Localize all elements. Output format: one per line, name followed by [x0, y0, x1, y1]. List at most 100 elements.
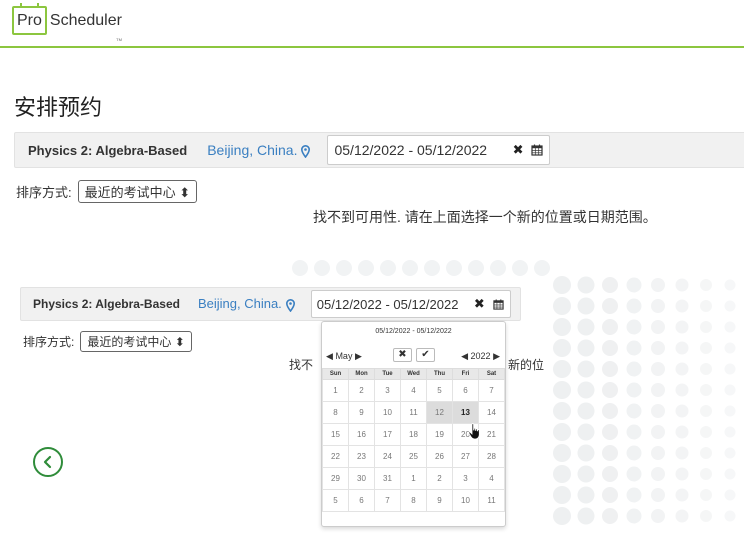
prev-year-icon[interactable]: ◀: [461, 351, 468, 361]
close-icon: ✖: [398, 349, 407, 360]
decorative-dot: [724, 384, 736, 396]
calendar-day[interactable]: 22: [322, 445, 349, 468]
calendar-day[interactable]: 6: [452, 379, 479, 402]
calendar-icon[interactable]: [531, 144, 544, 156]
calendar-day[interactable]: 13: [452, 401, 479, 424]
calendar-day[interactable]: 4: [400, 379, 427, 402]
calendar-day[interactable]: 29: [322, 467, 349, 490]
calendar-day[interactable]: 15: [322, 423, 349, 446]
month-selector[interactable]: ◀ May ▶: [326, 351, 362, 362]
calendar-day[interactable]: 1: [400, 467, 427, 490]
decorative-dot: [651, 320, 665, 334]
calendar-day[interactable]: 5: [426, 379, 453, 402]
decorative-dot: [700, 342, 712, 354]
calendar-day[interactable]: 10: [452, 489, 479, 512]
decorative-dot: [724, 489, 736, 501]
year-selector[interactable]: ◀ 2022 ▶: [461, 351, 500, 362]
location-link[interactable]: Beijing, China.: [198, 296, 295, 312]
clear-x-icon[interactable]: ✖: [513, 142, 524, 158]
weekday-label: Tue: [374, 368, 401, 380]
calendar-day[interactable]: 8: [322, 401, 349, 424]
calendar-day[interactable]: 7: [478, 379, 505, 402]
calendar-day[interactable]: 5: [322, 489, 349, 512]
calendar-day[interactable]: 2: [426, 467, 453, 490]
calendar-day[interactable]: 31: [374, 467, 401, 490]
decorative-dot: [700, 447, 712, 459]
calendar-day[interactable]: 21: [478, 423, 505, 446]
calendar-day[interactable]: 14: [478, 401, 505, 424]
calendar-day[interactable]: 16: [348, 423, 375, 446]
decorative-dot: [577, 276, 595, 294]
decorative-dot: [651, 425, 665, 439]
map-pin-icon: [301, 144, 311, 158]
decorative-dot: [626, 445, 642, 461]
decorative-dot: [700, 510, 712, 522]
course-name: Physics 2: Algebra-Based: [33, 297, 180, 311]
calendar-day[interactable]: 26: [426, 445, 453, 468]
calendar-day[interactable]: 8: [400, 489, 427, 512]
location-link[interactable]: Beijing, China.: [207, 142, 311, 158]
check-icon: ✔: [421, 349, 430, 360]
calendar-day[interactable]: 10: [374, 401, 401, 424]
calendar-day[interactable]: 23: [348, 445, 375, 468]
decorative-dot: [724, 510, 736, 522]
calendar-day[interactable]: 19: [426, 423, 453, 446]
app-header: Pro Scheduler TM: [0, 0, 744, 48]
back-button[interactable]: [33, 447, 63, 477]
date-range-value: 05/12/2022 - 05/12/2022: [334, 142, 488, 158]
calendar-day[interactable]: 24: [374, 445, 401, 468]
calendar-day[interactable]: 30: [348, 467, 375, 490]
calendar-day[interactable]: 3: [452, 467, 479, 490]
decorative-dot: [602, 319, 618, 335]
date-range-input[interactable]: 05/12/2022 - 05/12/2022 ✖: [327, 135, 551, 165]
sort-select[interactable]: 最近的考试中心 ⬍: [80, 331, 192, 352]
calendar-icon[interactable]: [493, 298, 504, 310]
calendar-day[interactable]: 17: [374, 423, 401, 446]
decorative-dot: [490, 260, 506, 276]
prev-month-icon[interactable]: ◀: [326, 351, 333, 361]
cancel-button[interactable]: ✖: [393, 348, 412, 362]
calendar-day[interactable]: 9: [426, 489, 453, 512]
calendar-day[interactable]: 25: [400, 445, 427, 468]
pro-scheduler-logo[interactable]: Pro Scheduler TM: [12, 3, 122, 42]
calendar-day[interactable]: 2: [348, 379, 375, 402]
sort-select[interactable]: 最近的考试中心 ⬍: [77, 180, 198, 203]
decorative-dot: [314, 260, 330, 276]
next-month-icon[interactable]: ▶: [355, 351, 362, 361]
decorative-dot: [358, 260, 374, 276]
calendar-day[interactable]: 9: [348, 401, 375, 424]
decorative-dot: [577, 402, 595, 420]
select-arrows-icon: ⬍: [179, 185, 191, 200]
map-pin-icon: [285, 298, 295, 312]
calendar-day[interactable]: 11: [400, 401, 427, 424]
next-year-icon[interactable]: ▶: [493, 351, 500, 361]
clear-x-icon[interactable]: ✖: [474, 296, 485, 312]
decorative-dot: [553, 444, 571, 462]
decorative-dot: [675, 278, 689, 292]
calendar-day[interactable]: 27: [452, 445, 479, 468]
decorative-dot: [675, 383, 689, 397]
decorative-dot: [512, 260, 528, 276]
decorative-dot: [626, 340, 642, 356]
weekday-label: Fri: [452, 368, 479, 380]
date-range-input[interactable]: 05/12/2022 - 05/12/2022 ✖: [310, 290, 511, 318]
calendar-day[interactable]: 6: [348, 489, 375, 512]
no-availability-fragment-left: 找不: [289, 358, 314, 372]
decorative-dot: [446, 260, 462, 276]
decorative-dot: [651, 362, 665, 376]
calendar-day[interactable]: 11: [478, 489, 505, 512]
decorative-dot: [651, 278, 665, 292]
calendar-day[interactable]: 7: [374, 489, 401, 512]
sort-label: 排序方式:: [23, 335, 75, 349]
calendar-day[interactable]: 4: [478, 467, 505, 490]
calendar-day[interactable]: 3: [374, 379, 401, 402]
calendar-day[interactable]: 1: [322, 379, 349, 402]
decorative-dot: [724, 300, 736, 312]
calendar-day[interactable]: 18: [400, 423, 427, 446]
apply-button[interactable]: ✔: [416, 348, 435, 362]
decorative-dot: [675, 467, 689, 481]
calendar-day[interactable]: 28: [478, 445, 505, 468]
decorative-dot: [651, 404, 665, 418]
logo-scheduler-text: Scheduler TM: [47, 5, 122, 42]
calendar-day[interactable]: 12: [426, 401, 453, 424]
